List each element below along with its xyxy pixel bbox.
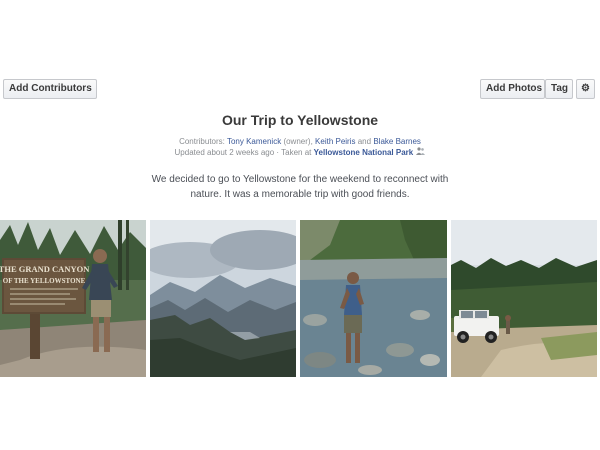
sign-line-2: OF THE YELLOWSTONE: [3, 277, 86, 285]
owner-note: (owner): [283, 137, 311, 146]
album-description: We decided to go to Yellowstone for the …: [151, 174, 449, 200]
mountain-valley-photo[interactable]: [150, 220, 296, 377]
comma-separator: ,: [310, 137, 313, 146]
river-wading-photo[interactable]: [300, 220, 447, 377]
contributors-line: Contributors: Tony Kamenick (owner), Kei…: [0, 137, 600, 146]
album-header: Add Contributors Add Photos Tag ⚙: [0, 0, 600, 100]
location-link[interactable]: Yellowstone National Park: [314, 148, 414, 157]
contributor-link-3[interactable]: Blake Barnes: [373, 137, 421, 146]
tag-button[interactable]: Tag: [545, 79, 573, 99]
gear-icon: ⚙: [581, 83, 590, 94]
album-update-line: Updated about 2 weeks ago · Taken at Yel…: [0, 147, 600, 157]
taken-at-label: · Taken at: [276, 148, 312, 157]
updated-timestamp: Updated about 2 weeks ago: [174, 148, 275, 157]
jeep-meadow-photo[interactable]: [451, 220, 597, 377]
add-contributors-button[interactable]: Add Contributors: [3, 79, 97, 99]
grand-canyon-sign-photo[interactable]: THE GRAND CANYON OF THE YELLOWSTONE: [0, 220, 146, 377]
and-separator: and: [357, 137, 372, 146]
add-photos-button[interactable]: Add Photos: [480, 79, 545, 99]
contributor-link-2[interactable]: Keith Peiris: [315, 137, 355, 146]
settings-button[interactable]: ⚙: [576, 79, 595, 99]
people-icon[interactable]: [415, 147, 425, 157]
sign-line-1: THE GRAND CANYON: [0, 264, 90, 274]
photo-grid: THE GRAND CANYON OF THE YELLOWSTONE: [0, 220, 600, 377]
album-title: Our Trip to Yellowstone: [221, 112, 379, 128]
contributors-label: Contributors:: [179, 137, 225, 146]
contributor-link-owner[interactable]: Tony Kamenick: [227, 137, 281, 146]
